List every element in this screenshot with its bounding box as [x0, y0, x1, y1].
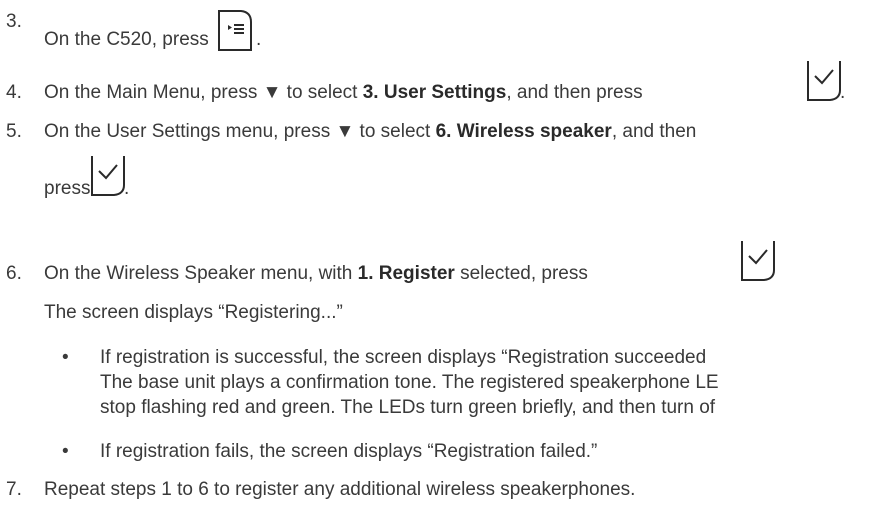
bullet-icon: • — [62, 441, 69, 462]
ok-key-icon — [740, 240, 776, 282]
step-number: 3. — [6, 11, 22, 32]
bullet-1-line-3: stop flashing red and green. The LEDs tu… — [100, 397, 716, 418]
bullet-1-line-1: If registration is successful, the scree… — [100, 347, 707, 368]
step-text: press — [44, 178, 91, 199]
step-6-text: On the Wireless Speaker menu, with 1. Re… — [44, 262, 588, 286]
step-number: 6. — [6, 263, 22, 284]
step-text: , and then press — [506, 82, 643, 103]
ok-key-icon — [90, 155, 126, 197]
menu-option: 3. User Settings — [362, 82, 507, 103]
step-7-text: Repeat steps 1 to 6 to register any addi… — [44, 479, 636, 500]
step-text: On the Wireless Speaker menu, with — [44, 263, 358, 284]
step-punctuation: . — [840, 82, 846, 103]
step-text: , and then — [611, 121, 697, 142]
step-number: 7. — [6, 479, 22, 500]
step-text: On the Main Menu, press ▼ to select — [44, 82, 363, 103]
menu-option: 1. Register — [357, 263, 455, 284]
step-3-text: On the C520, press . — [44, 10, 261, 52]
step-text: On the User Settings menu, press ▼ to se… — [44, 121, 436, 142]
menu-option: 6. Wireless speaker — [435, 121, 612, 142]
step-5-continuation: press — [44, 177, 90, 201]
step-text: On the C520, press — [44, 29, 209, 50]
step-number: 5. — [6, 121, 22, 142]
step-6-status: The screen displays “Registering...” — [44, 302, 343, 323]
ok-key-icon — [806, 60, 842, 102]
step-text: selected, press — [454, 263, 588, 284]
bullet-1-line-2: The base unit plays a confirmation tone.… — [100, 372, 719, 393]
bullet-icon: • — [62, 347, 69, 368]
step-4-text: On the Main Menu, press ▼ to select 3. U… — [44, 81, 643, 105]
menu-key-icon — [216, 10, 254, 52]
step-punctuation: . — [124, 178, 130, 199]
step-5-text: On the User Settings menu, press ▼ to se… — [44, 120, 696, 144]
step-number: 4. — [6, 82, 22, 103]
step-punctuation: . — [256, 29, 262, 50]
bullet-2-line-1: If registration fails, the screen displa… — [100, 441, 598, 462]
